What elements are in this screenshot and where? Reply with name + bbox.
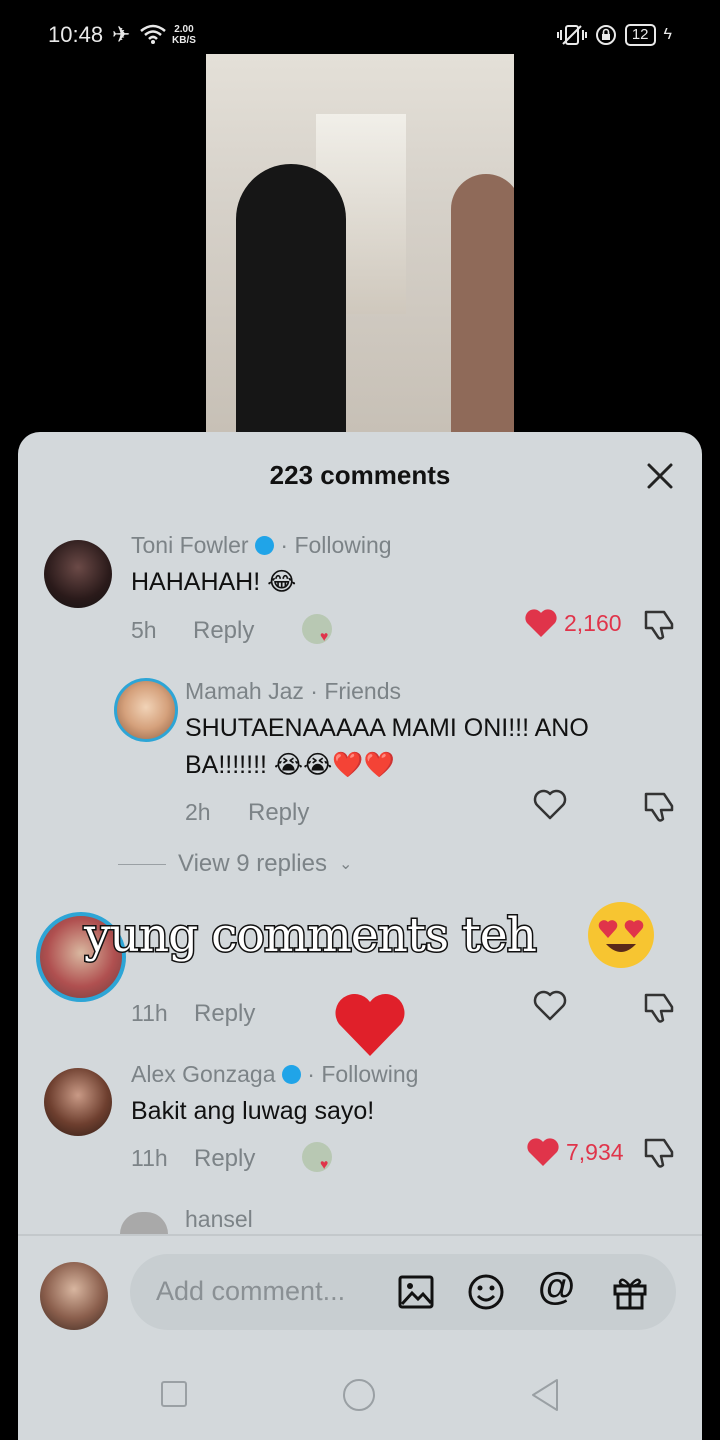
author-relation: · Following [307,1061,419,1087]
status-time: 10:48 [48,22,104,47]
battery-level: 12 [624,24,656,46]
input-divider [18,1234,702,1236]
rotation-lock-icon [595,25,616,45]
heart-eyes-emoji-icon [588,902,654,968]
comment-input[interactable]: Add comment... @ [130,1254,676,1330]
heart-sticker-icon [335,994,405,1056]
dislike-icon[interactable] [642,991,676,1025]
creator-heart-icon: ♥ [320,1156,329,1172]
heart-filled-icon [525,609,557,637]
comment-text: SHUTAENAAAAA MAMI ONI!!! ANO BA!!!!!!! 😭… [185,714,589,779]
charging-icon: ϟ [663,26,672,43]
avatar[interactable] [44,1068,112,1136]
reply-button[interactable]: Reply [193,617,254,645]
back-icon[interactable] [530,1378,560,1412]
comment-author[interactable]: Toni Fowler · Following [131,532,392,559]
gift-icon[interactable] [610,1272,650,1312]
author-relation: · Friends [310,678,402,704]
comment-time: 11h [131,1000,168,1026]
avatar[interactable] [120,1212,168,1234]
network-speed-unit: KB/S [172,35,196,46]
wifi-icon [140,24,166,44]
comments-count-title: 223 comments [269,460,451,490]
like-count: 7,934 [566,1138,624,1165]
close-icon[interactable] [644,460,676,492]
like-button[interactable]: 7,934 [526,1137,624,1167]
video-person-right [451,174,514,432]
divider-line [118,863,166,865]
comment-author[interactable]: Alex Gonzaga · Following [131,1061,418,1088]
video-person-left [236,164,346,432]
network-speed-value: 2.00 [174,24,194,35]
heart-outline-icon[interactable] [533,989,567,1023]
author-name[interactable]: Toni Fowler [131,532,249,558]
recent-apps-icon[interactable] [160,1380,188,1408]
comment-input-placeholder: Add comment... [156,1276,346,1306]
verified-badge-icon [255,536,274,555]
author-name[interactable]: Alex Gonzaga [131,1061,275,1087]
mention-icon[interactable]: @ [538,1266,578,1308]
dislike-icon[interactable] [642,790,676,824]
airplane-icon: ✈ [112,22,131,47]
view-replies-button[interactable]: View 9 replies ⌄ [118,850,352,878]
heart-outline-icon[interactable] [533,788,567,822]
verified-badge-icon [281,1065,301,1084]
image-icon[interactable] [396,1272,436,1312]
video-preview[interactable] [206,54,514,432]
dislike-icon[interactable] [642,608,676,642]
author-relation: · Following [280,532,392,558]
comment-time: 5h [131,617,157,643]
network-speed: 2.00 KB/S [172,24,196,46]
avatar[interactable] [44,540,112,608]
view-replies-label: View 9 replies [178,850,327,877]
navigation-bar [18,1372,702,1432]
author-name[interactable]: Mamah Jaz [185,678,304,704]
reply-button[interactable]: Reply [194,1145,255,1173]
emoji-icon[interactable] [466,1272,506,1312]
overlay-caption: yung comments teh [83,907,539,965]
reply-button[interactable]: Reply [248,799,309,827]
heart-filled-icon [527,1138,559,1166]
comment-time: 11h [131,1145,168,1171]
reply-button[interactable]: Reply [194,1000,255,1028]
avatar[interactable] [114,678,178,742]
comment-time: 2h [185,799,211,825]
comment-text: Bakit ang luwag sayo! [131,1097,375,1125]
chevron-down-icon: ⌄ [338,856,353,873]
comment-author[interactable]: Mamah Jaz · Friends [185,678,401,705]
comment-text: HAHAHAH! 😂 [131,568,297,596]
dislike-icon[interactable] [642,1136,676,1170]
my-avatar [40,1262,108,1330]
creator-heart-icon: ♥ [320,628,329,644]
vibrate-icon [556,25,587,45]
author-name[interactable]: hansel [185,1206,253,1233]
like-button[interactable]: 2,160 [524,608,622,638]
like-count: 2,160 [564,609,622,636]
home-icon[interactable] [342,1378,376,1412]
